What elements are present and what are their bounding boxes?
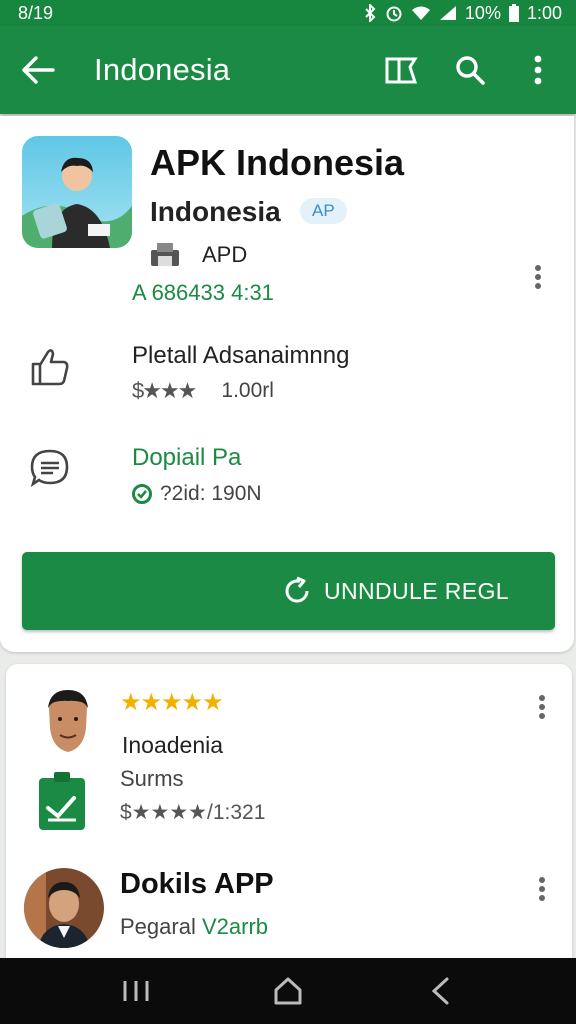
review-rating-line: $★★★★/1:321 — [120, 801, 266, 824]
system-nav-bar — [0, 958, 576, 1024]
review2-subtitle: Pegaral V2arrb — [120, 914, 268, 940]
chat-icon — [28, 446, 72, 490]
clipboard-check-icon — [38, 772, 86, 830]
rating-value: 1.00rl — [221, 379, 274, 402]
recents-button[interactable] — [106, 966, 166, 1016]
app-meta: A 686433 4:31 — [132, 280, 274, 305]
back-button[interactable] — [0, 26, 76, 114]
install-button[interactable]: UNNDULE REGL — [22, 552, 555, 630]
battery-icon — [508, 4, 519, 22]
review-more-button[interactable] — [538, 694, 546, 725]
person-avatar-icon — [48, 690, 88, 752]
review2-sub-green: V2arrb — [201, 914, 269, 939]
review2-title: Dokils APP — [120, 868, 274, 900]
more-vert-icon — [534, 55, 542, 85]
more-vert-icon — [535, 265, 541, 289]
battery-percent: 10% — [464, 2, 501, 23]
book-icon — [385, 57, 418, 84]
more-vert-icon — [539, 877, 545, 901]
home-button[interactable] — [258, 966, 318, 1016]
check-circle-icon — [132, 484, 152, 504]
chevron-left-icon — [431, 977, 449, 1005]
back-nav-button[interactable] — [410, 966, 470, 1016]
review-subtitle: Surms — [120, 766, 184, 791]
more-vert-icon — [539, 695, 545, 719]
status-bar: 8/19 10% 1:00 — [0, 0, 576, 26]
bluetooth-icon — [365, 4, 376, 22]
wifi-icon — [411, 6, 430, 20]
person-avatar-icon — [24, 868, 104, 948]
search-icon — [456, 56, 485, 85]
thumb-up-icon — [28, 344, 72, 388]
review2-sub-prefix: Pegaral — [120, 914, 196, 939]
app-logo-illustration-icon — [22, 136, 132, 248]
refresh-icon — [285, 576, 309, 603]
details-row-sub: ?2id: 190N — [132, 482, 262, 506]
details-row-value: ?2id: 190N — [160, 482, 262, 505]
apd-label: APD — [202, 242, 248, 267]
details-row-title: Dopiail Pa — [132, 444, 242, 471]
rating-stars: $★★★ — [132, 378, 197, 403]
review-stars: ★★★★★ — [120, 689, 224, 716]
app-bar-title: Indonesia — [94, 52, 231, 87]
printer-icon — [151, 243, 179, 266]
recents-icon — [123, 981, 149, 1001]
review-title: Inoadenia — [122, 732, 224, 758]
app-detail-card: APK Indonesia Indonesia AP APD A 686433 … — [0, 116, 574, 652]
install-button-label: UNNDULE REGL — [323, 577, 509, 604]
app-icon[interactable] — [22, 136, 132, 248]
app-name: APK Indonesia — [150, 142, 405, 183]
rating-row-title: Pletall Adsanaimnng — [132, 342, 350, 369]
status-clock: 1:00 — [526, 2, 562, 23]
app-badge: AP — [300, 198, 347, 224]
search-button[interactable] — [450, 50, 490, 90]
apd-row: APD — [150, 242, 247, 268]
rating-row-sub: $★★★ 1.00rl — [132, 378, 274, 404]
status-icons: 10% 1:00 — [363, 3, 562, 24]
overflow-menu-button[interactable] — [518, 50, 558, 90]
home-icon — [274, 977, 302, 1005]
arrow-back-icon — [22, 56, 55, 84]
app-more-button[interactable] — [534, 264, 542, 295]
alarm-icon — [386, 6, 402, 22]
reviews-card: ★★★★★ Inoadenia Surms $★★★★/1:321 Dokils… — [6, 664, 572, 964]
signal-icon — [439, 6, 456, 20]
status-time: 8/19 — [18, 2, 54, 23]
avatar[interactable] — [24, 868, 104, 948]
developer-name[interactable]: Indonesia — [150, 196, 281, 228]
avatar[interactable] — [42, 688, 94, 764]
app-bar: Indonesia — [0, 26, 576, 114]
library-button[interactable] — [382, 50, 422, 90]
review2-more-button[interactable] — [538, 876, 546, 907]
